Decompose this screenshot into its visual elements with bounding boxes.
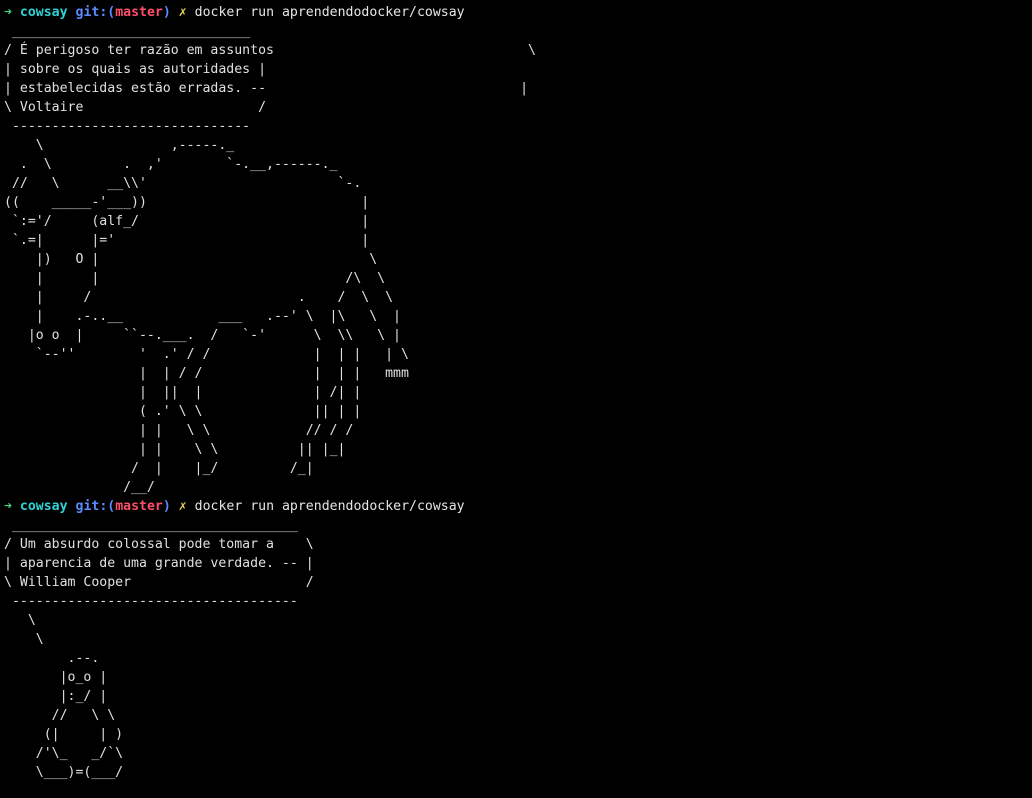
- output-line: \: [4, 632, 44, 647]
- output-line: `.=| |=' |: [4, 233, 370, 248]
- output-line: | .-..__ ___ .--' \ |\ \ |: [4, 309, 401, 324]
- terminal-window[interactable]: ➜ cowsay git:(master) ✗ docker run apren…: [0, 0, 1032, 798]
- prompt-line: ➜ cowsay git:(master) ✗ docker run apren…: [4, 3, 1032, 22]
- output-line: . \ . ,' `-.__,------._: [4, 157, 338, 172]
- output-line: \ ,-----._: [4, 138, 235, 153]
- output-line: (( _____-'___)) |: [4, 195, 370, 210]
- output-line: / É perigoso ter razão em assuntos \: [4, 43, 536, 58]
- output-line: / Um absurdo colossal pode tomar a \: [4, 537, 314, 552]
- output-line: | estabelecidas estão erradas. -- |: [4, 81, 529, 96]
- output-line: |) O | \: [4, 252, 378, 267]
- current-directory: cowsay: [19, 499, 68, 514]
- current-directory: cowsay: [19, 5, 68, 20]
- output-line: // \ __\\' `-.: [4, 176, 362, 191]
- output-line: | sobre os quais as autoridades |: [4, 62, 267, 77]
- output-line: | | \ \ // / /: [4, 423, 354, 438]
- git-suffix: ): [162, 499, 171, 514]
- output-line: | | \ \ || |_|: [4, 442, 346, 457]
- output-line: \ William Cooper /: [4, 575, 314, 590]
- output-line: \: [4, 613, 36, 628]
- git-suffix: ): [162, 5, 171, 20]
- output-line: /__/: [4, 480, 155, 495]
- git-branch: master: [115, 5, 163, 20]
- output-line: ____________________________________: [4, 518, 298, 533]
- prompt-arrow-icon: ➜: [4, 5, 12, 20]
- output-line: \___)=(___/: [4, 765, 124, 780]
- output-line: ( .' \ \ || | |: [4, 404, 362, 419]
- output-line: |o o | ``--.___. / `-' \ \\ \ |: [4, 328, 401, 343]
- output-line: `:='/ (alf_/ |: [4, 214, 370, 229]
- output-line: .--.: [4, 651, 100, 666]
- command-output: ____________________________________ / Um…: [4, 516, 1032, 782]
- output-line: |o_o |: [4, 670, 108, 685]
- prompt-line: ➜ cowsay git:(master) ✗ docker run apren…: [4, 497, 1032, 516]
- output-line: | | / / | | | mmm: [4, 366, 409, 381]
- prompt-arrow-icon: ➜: [4, 499, 12, 514]
- output-line: \ Voltaire /: [4, 100, 267, 115]
- output-line: / | |_/ /_|: [4, 461, 314, 476]
- output-line: (| | ): [4, 727, 124, 742]
- git-prefix: git:(: [75, 499, 116, 514]
- output-line: | / . / \ \: [4, 290, 394, 305]
- git-branch: master: [115, 499, 163, 514]
- git-dirty-icon: ✗: [178, 5, 187, 20]
- output-line: /'\_ _/`\: [4, 746, 124, 761]
- output-line: `--'' ' .' / / | | | | \: [4, 347, 409, 362]
- output-line: | aparencia de uma grande verdade. -- |: [4, 556, 314, 571]
- git-dirty-icon: ✗: [178, 499, 187, 514]
- output-line: | | /\ \: [4, 271, 386, 286]
- output-line: |:_/ |: [4, 689, 108, 704]
- command-text: docker run aprendendodocker/cowsay: [194, 499, 465, 514]
- output-line: ______________________________: [4, 24, 251, 39]
- output-line: // \ \: [4, 708, 116, 723]
- git-prefix: git:(: [75, 5, 116, 20]
- output-line: ------------------------------: [4, 119, 251, 134]
- command-output: ______________________________ / É perigo…: [4, 22, 1032, 497]
- command-text: docker run aprendendodocker/cowsay: [194, 5, 465, 20]
- output-line: ------------------------------------: [4, 594, 298, 609]
- output-line: | || | | /| |: [4, 385, 362, 400]
